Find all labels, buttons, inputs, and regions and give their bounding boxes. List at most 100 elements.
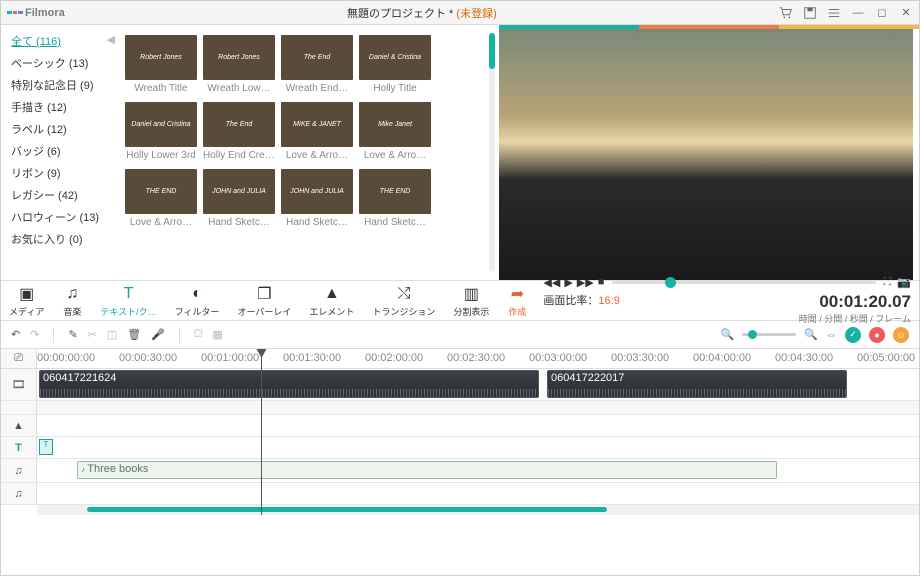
preview-panel bbox=[499, 25, 919, 280]
gallery-item[interactable]: Robert JonesWreath Title bbox=[125, 35, 197, 94]
ruler-tick: 00:00:30:00 bbox=[119, 352, 177, 364]
ruler-tick: 00:03:00:00 bbox=[529, 352, 587, 364]
zoom-in-icon[interactable]: 🔍 bbox=[804, 328, 818, 341]
video-track-icon[interactable]: 🎞 bbox=[1, 369, 37, 400]
sidebar-item-basic[interactable]: ベーシック (13) bbox=[11, 55, 111, 71]
marker3-icon[interactable]: ☺ bbox=[893, 327, 909, 343]
overlay-track[interactable] bbox=[37, 415, 919, 436]
tab-element[interactable]: ▲エレメント bbox=[309, 285, 354, 318]
sidebar-item-favorite[interactable]: お気に入り (0) bbox=[11, 231, 111, 247]
gallery-item[interactable]: Robert JonesWreath Low… bbox=[203, 35, 275, 94]
fullscreen-icon[interactable]: ⛶ bbox=[884, 276, 892, 289]
delete-icon[interactable]: 🗑 bbox=[127, 328, 141, 341]
voiceover-icon[interactable]: 🎤 bbox=[151, 328, 165, 341]
stop-button[interactable]: ■ bbox=[598, 276, 605, 289]
cut-icon[interactable]: ✂ bbox=[88, 328, 97, 341]
timeline-scrollbar[interactable] bbox=[1, 505, 919, 515]
ruler-tick: 00:02:00:00 bbox=[365, 352, 423, 364]
gallery-item[interactable]: Daniel & CristinaHolly Title bbox=[359, 35, 431, 94]
close-icon[interactable]: ✕ bbox=[899, 6, 913, 20]
overlay-track-icon[interactable]: ▲ bbox=[1, 415, 37, 436]
gallery-item[interactable]: MIKE & JANETLove & Arro… bbox=[281, 102, 353, 161]
sidebar-item-halloween[interactable]: ハロウィーン (13) bbox=[11, 209, 111, 225]
sidebar-item-label[interactable]: ラベル (12) bbox=[11, 121, 111, 137]
gallery-item[interactable]: Daniel and CristinaHolly Lower 3rd bbox=[125, 102, 197, 161]
cart-icon[interactable] bbox=[779, 6, 793, 20]
play-button[interactable]: ▶ bbox=[564, 276, 572, 289]
sound-track[interactable] bbox=[37, 483, 919, 504]
gallery-item[interactable]: The EndWreath End… bbox=[281, 35, 353, 94]
sidebar-item-special[interactable]: 特別な記念日 (9) bbox=[11, 77, 111, 93]
crop-icon[interactable]: ◫ bbox=[107, 328, 117, 341]
titlebar: Filmora 無題のプロジェクト * (未登録) — ◻ ✕ bbox=[1, 1, 919, 25]
video-clip-2[interactable]: 060417222017 bbox=[547, 370, 847, 398]
maximize-icon[interactable]: ◻ bbox=[875, 6, 889, 20]
ruler-tick: 00:03:30:00 bbox=[611, 352, 669, 364]
greenscreen-icon[interactable]: ▦ bbox=[212, 328, 222, 341]
tab-media[interactable]: ▣メディア bbox=[9, 285, 44, 318]
time-ruler[interactable]: 00:00:00:0000:00:30:0000:01:00:0000:01:3… bbox=[37, 349, 919, 368]
ruler-tick: 00:04:00:00 bbox=[693, 352, 751, 364]
gallery-scrollbar[interactable] bbox=[489, 33, 495, 272]
sidebar-item-handdrawn[interactable]: 手描き (12) bbox=[11, 99, 111, 115]
rewind-button[interactable]: ◀◀ bbox=[543, 276, 560, 289]
preview-scrubber[interactable] bbox=[612, 281, 875, 284]
forward-button[interactable]: ▶▶ bbox=[577, 276, 594, 289]
ruler-tick: 00:04:30:00 bbox=[775, 352, 833, 364]
title-gallery: Robert JonesWreath TitleRobert JonesWrea… bbox=[121, 25, 485, 280]
redo-icon[interactable]: ↷ bbox=[30, 328, 39, 341]
app-logo: Filmora bbox=[7, 7, 65, 19]
tab-transition[interactable]: ⤭トランジション bbox=[372, 285, 435, 318]
sidebar-item-all[interactable]: 全て (116) bbox=[11, 33, 111, 49]
marker1-icon[interactable]: ✓ bbox=[845, 327, 861, 343]
zoom-out-icon[interactable]: 🔍 bbox=[721, 328, 735, 341]
preview-timecode: 00:01:20.07 時間 / 分間 / 秒間 / フレーム bbox=[799, 292, 911, 325]
edit-icon[interactable]: ✎ bbox=[68, 328, 77, 341]
ruler-tick: 00:01:00:00 bbox=[201, 352, 259, 364]
preview-video[interactable] bbox=[499, 29, 913, 280]
mode-tabs: ▣メディア ♫音楽 Tテキスト/ク… ◐フィルター ❐オーバーレイ ▲エレメント… bbox=[9, 283, 527, 318]
audio-clip[interactable]: ♪ Three books bbox=[77, 461, 777, 479]
gallery-item[interactable]: THE ENDHand Sketc… bbox=[359, 169, 431, 228]
music-track-icon[interactable]: ♫ bbox=[1, 459, 37, 482]
menu-icon[interactable] bbox=[827, 6, 841, 20]
text-track-icon[interactable]: T bbox=[1, 437, 37, 458]
text-track[interactable]: T bbox=[37, 437, 919, 458]
tab-text[interactable]: Tテキスト/ク… bbox=[100, 285, 156, 318]
ruler-tick: 00:01:30:00 bbox=[283, 352, 341, 364]
video-clip-1[interactable]: 060417221624 bbox=[39, 370, 539, 398]
timeline: ⎚ 00:00:00:0000:00:30:0000:01:00:0000:01… bbox=[1, 349, 919, 515]
gallery-item[interactable]: Mike JanetLove & Arro… bbox=[359, 102, 431, 161]
category-sidebar: ◀ 全て (116) ベーシック (13) 特別な記念日 (9) 手描き (12… bbox=[1, 25, 121, 280]
minimize-icon[interactable]: — bbox=[851, 6, 865, 20]
gallery-item[interactable]: THE ENDLove & Arro… bbox=[125, 169, 197, 228]
fit-icon[interactable]: ⇔ bbox=[826, 329, 837, 341]
playhead[interactable] bbox=[261, 349, 262, 515]
gallery-item[interactable]: JOHN and JULIAHand Sketc… bbox=[281, 169, 353, 228]
ruler-tick: 00:05:00:00 bbox=[857, 352, 915, 364]
zoom-slider[interactable] bbox=[742, 333, 796, 336]
timeline-toolbar: ↶ ↷ ✎ ✂ ◫ 🗑 🎤 ⛋ ▦ 🔍 🔍 ⇔ ✓ ● ☺ bbox=[1, 321, 919, 349]
sidebar-item-ribbon[interactable]: リボン (9) bbox=[11, 165, 111, 181]
collapse-arrow-icon[interactable]: ◀ bbox=[107, 33, 115, 46]
colorshift-icon[interactable]: ⛋ bbox=[194, 328, 202, 341]
sidebar-item-badge[interactable]: バッジ (6) bbox=[11, 143, 111, 159]
marker2-icon[interactable]: ● bbox=[869, 327, 885, 343]
video-track[interactable]: 060417221624 060417222017 bbox=[37, 369, 919, 400]
gallery-item[interactable]: The EndHolly End Credit bbox=[203, 102, 275, 161]
window-title: 無題のプロジェクト * (未登録) bbox=[65, 5, 779, 21]
tab-overlay[interactable]: ❐オーバーレイ bbox=[237, 285, 291, 318]
gallery-item[interactable]: JOHN and JULIAHand Sketc… bbox=[203, 169, 275, 228]
tab-create[interactable]: ➦作成 bbox=[507, 285, 527, 318]
ruler-head-icon[interactable]: ⎚ bbox=[1, 349, 37, 368]
text-clip[interactable]: T bbox=[39, 439, 53, 455]
undo-icon[interactable]: ↶ bbox=[11, 328, 20, 341]
music-track[interactable]: ♪ Three books bbox=[37, 459, 919, 482]
sound-track-icon[interactable]: ♫ bbox=[1, 483, 37, 504]
tab-split[interactable]: ▥分割表示 bbox=[453, 285, 489, 318]
snapshot-icon[interactable]: 📷 bbox=[897, 276, 911, 289]
sidebar-item-legacy[interactable]: レガシー (42) bbox=[11, 187, 111, 203]
tab-music[interactable]: ♫音楽 bbox=[62, 285, 82, 318]
tab-filter[interactable]: ◐フィルター bbox=[175, 285, 220, 318]
save-icon[interactable] bbox=[803, 6, 817, 20]
